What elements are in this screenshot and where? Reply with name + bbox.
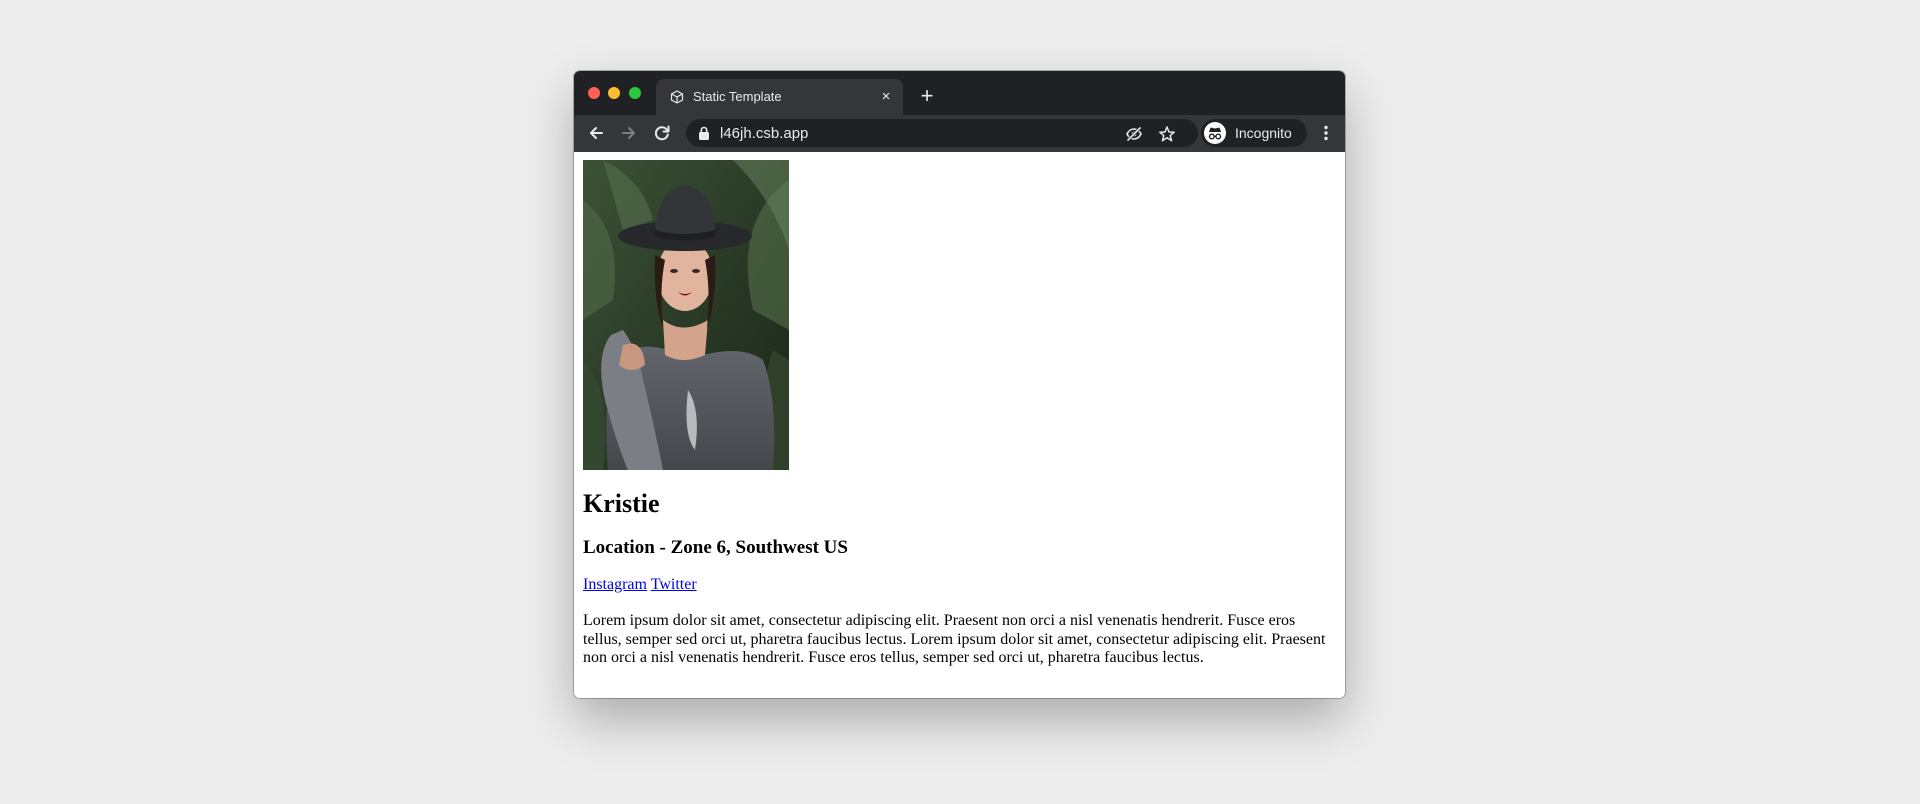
kebab-menu-icon[interactable] — [1316, 123, 1336, 143]
reload-icon[interactable] — [651, 122, 673, 144]
close-tab-icon[interactable]: × — [877, 88, 895, 106]
url-text[interactable]: l46jh.csb.app — [720, 125, 808, 142]
tab-static-template[interactable]: Static Template × — [656, 79, 903, 115]
eye-off-icon[interactable] — [1125, 125, 1143, 143]
incognito-label: Incognito — [1235, 125, 1292, 141]
location-heading: Location - Zone 6, Southwest US — [583, 537, 848, 558]
instagram-link[interactable]: Instagram — [583, 576, 647, 593]
back-arrow-icon[interactable] — [585, 122, 607, 144]
lock-icon[interactable] — [698, 126, 710, 140]
bio-paragraph: Lorem ipsum dolor sit amet, consectetur … — [583, 612, 1326, 666]
star-icon[interactable] — [1158, 125, 1176, 143]
incognito-icon — [1204, 122, 1226, 144]
minimize-window-button[interactable] — [608, 87, 620, 99]
browser-window: Static Template × + l46jh.csb.app Incogn… — [574, 71, 1345, 698]
page-viewport: Kristie Location - Zone 6, Southwest US … — [574, 152, 1345, 698]
browser-toolbar: l46jh.csb.app Incognito — [574, 115, 1345, 152]
tab-title: Static Template — [693, 89, 782, 104]
close-window-button[interactable] — [588, 87, 600, 99]
profile-name: Kristie — [583, 489, 660, 518]
twitter-link[interactable]: Twitter — [651, 576, 697, 593]
codesandbox-cube-icon — [670, 90, 684, 104]
tab-strip: Static Template × + — [574, 71, 1345, 115]
social-links: Instagram Twitter — [583, 576, 697, 594]
maximize-window-button[interactable] — [629, 87, 641, 99]
profile-photo — [583, 160, 789, 470]
profile-incognito-button[interactable]: Incognito — [1201, 119, 1307, 147]
forward-arrow-icon[interactable] — [618, 122, 640, 144]
new-tab-button[interactable]: + — [914, 84, 940, 110]
address-bar[interactable]: l46jh.csb.app — [686, 119, 1198, 147]
